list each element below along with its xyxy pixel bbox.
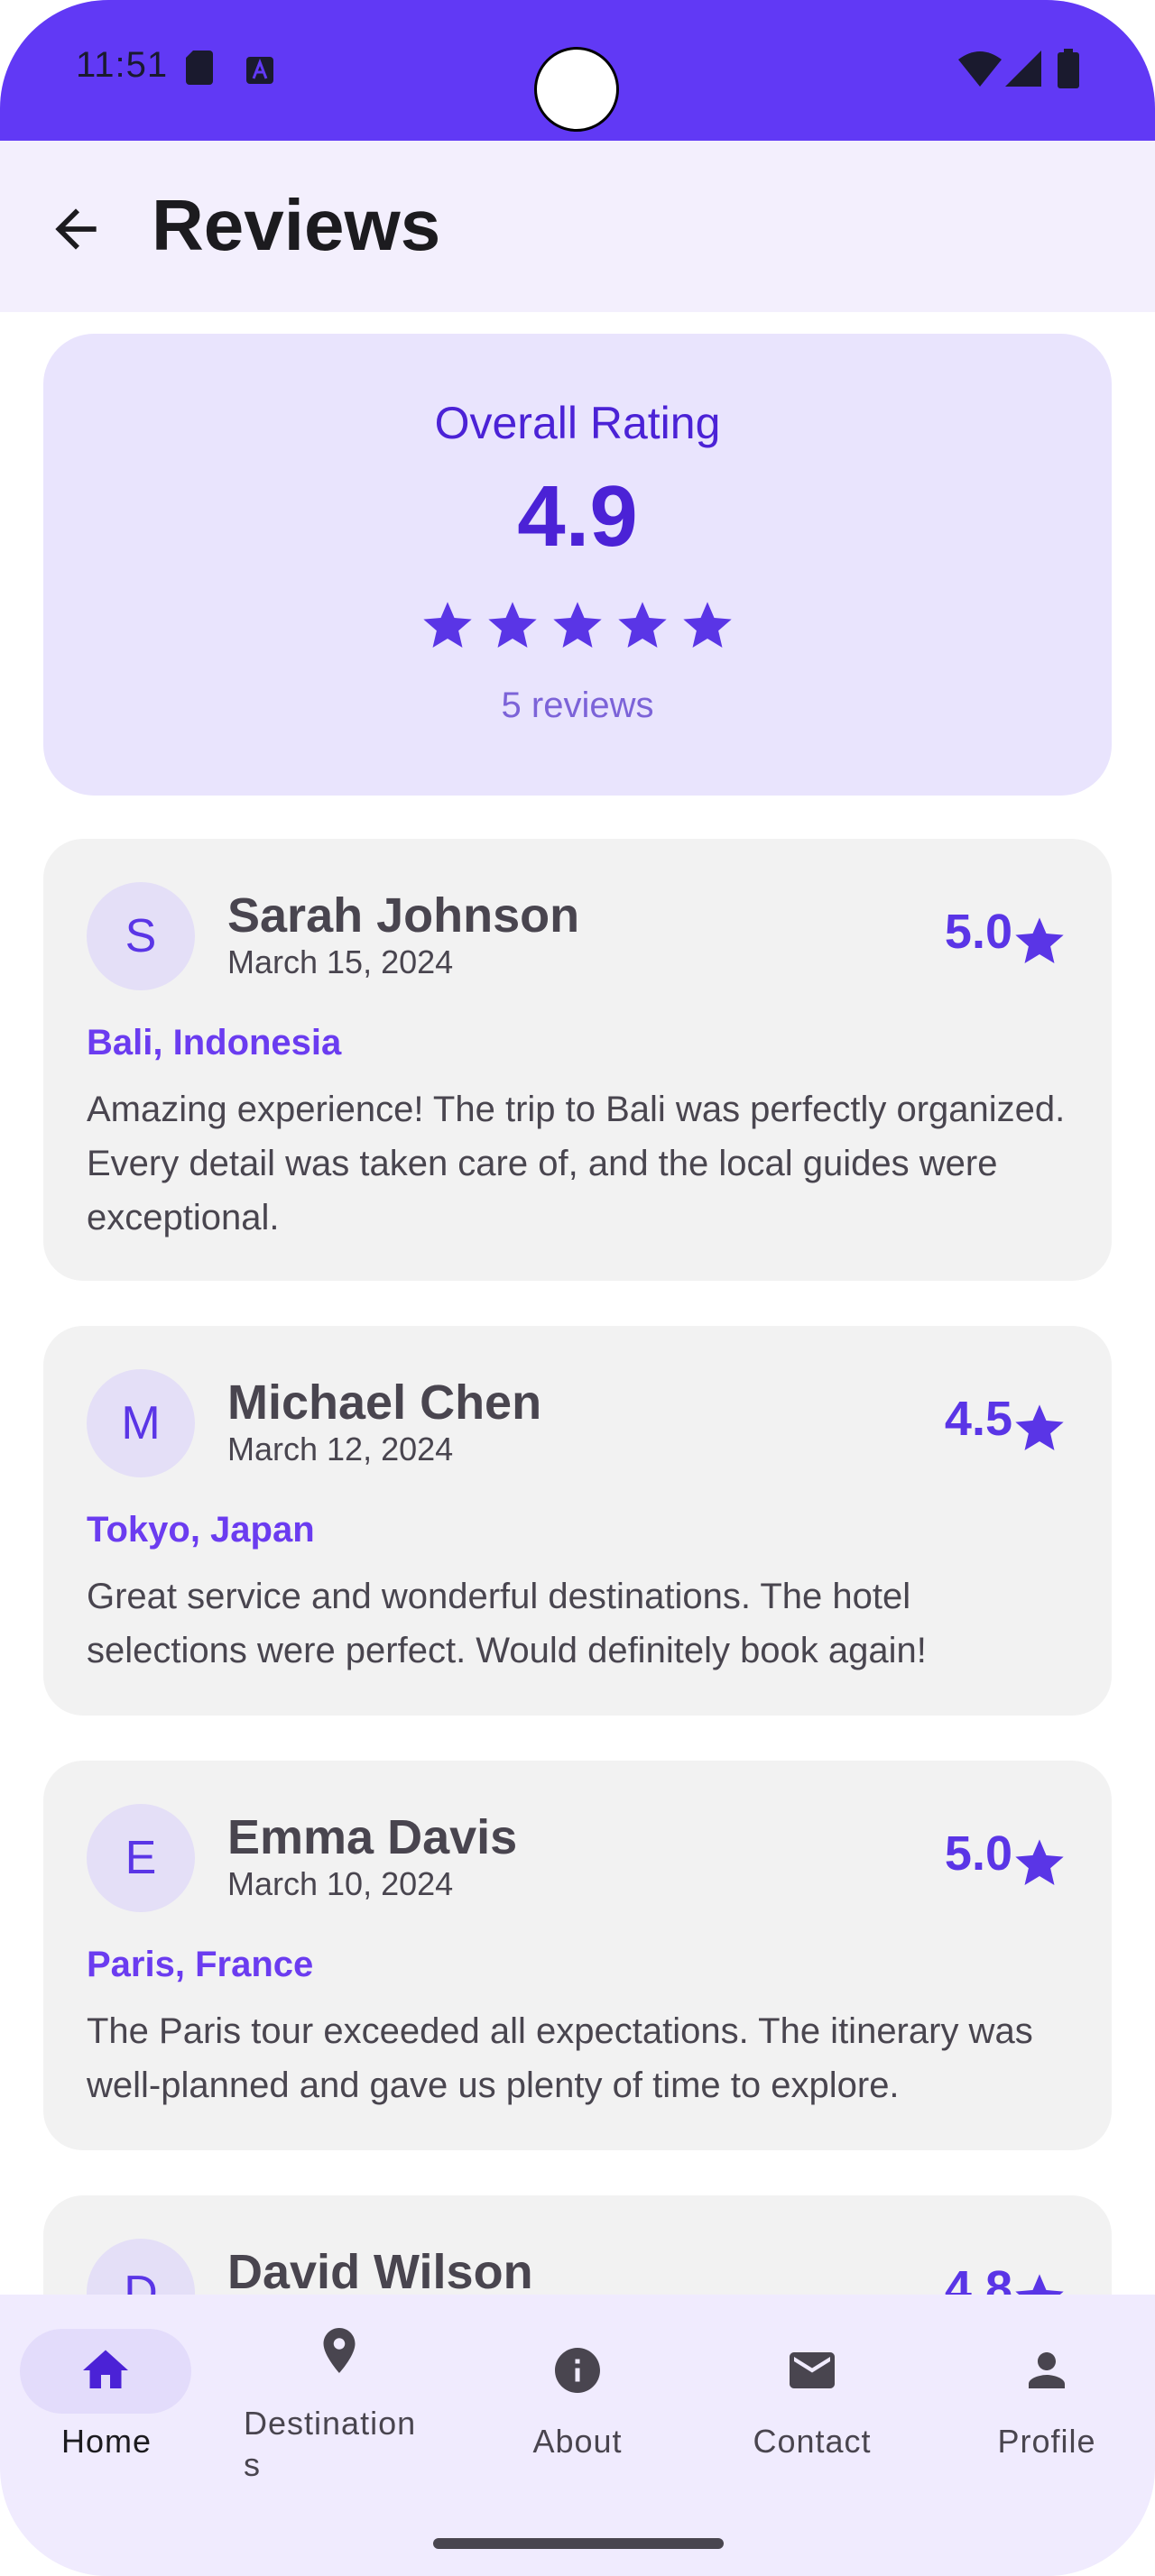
avatar: M bbox=[87, 1369, 195, 1477]
gesture-handle[interactable] bbox=[433, 2538, 724, 2549]
back-arrow-icon[interactable] bbox=[45, 198, 106, 260]
reviewer-name: David Wilson bbox=[227, 2245, 533, 2299]
nav-item-home[interactable]: Home bbox=[0, 2295, 217, 2520]
review-location: Paris, France bbox=[87, 1945, 314, 1984]
review-location: Bali, Indonesia bbox=[87, 1023, 342, 1063]
review-text: Amazing experience! The trip to Bali was… bbox=[87, 1090, 1066, 1237]
review-card[interactable]: S Sarah Johnson March 15, 2024 5.0 Bali,… bbox=[43, 839, 1112, 1281]
avatar: S bbox=[87, 882, 195, 990]
nav-label: About bbox=[532, 2423, 623, 2460]
info-icon bbox=[555, 2348, 600, 2393]
review-card[interactable]: M Michael Chen March 12, 2024 4.5 Tokyo,… bbox=[43, 1326, 1112, 1716]
overall-stars bbox=[43, 597, 1112, 659]
location-pin-icon bbox=[323, 2328, 356, 2373]
status-bar: 11:51 bbox=[0, 0, 1155, 141]
status-time: 11:51 bbox=[76, 45, 169, 85]
review-date: March 12, 2024 bbox=[227, 1431, 454, 1467]
review-text: The Paris tour exceeded all expectations… bbox=[87, 2011, 1033, 2105]
star-icon bbox=[488, 602, 537, 648]
nav-label: Destination s bbox=[244, 2405, 417, 2483]
nav-label: Profile bbox=[997, 2423, 1096, 2460]
sd-card-icon bbox=[186, 51, 213, 85]
star-icon bbox=[618, 602, 667, 648]
review-rating: 5.0 bbox=[944, 905, 1012, 959]
review-rating: 4.5 bbox=[944, 1392, 1012, 1446]
overall-rating-label: Overall Rating bbox=[434, 398, 721, 448]
review-rating: 5.0 bbox=[944, 1826, 1012, 1881]
camera-cutout bbox=[534, 47, 619, 132]
star-icon bbox=[1015, 1404, 1064, 1450]
overall-rating-value: 4.9 bbox=[517, 468, 638, 565]
nav-item-about[interactable]: About bbox=[469, 2295, 686, 2520]
reviewer-name: Michael Chen bbox=[227, 1375, 542, 1430]
bottom-navigation: Home Destination s About Contact Profile bbox=[0, 2295, 1155, 2576]
mail-icon bbox=[790, 2352, 835, 2388]
nav-label: Home bbox=[60, 2423, 152, 2460]
accessibility-a-icon bbox=[246, 57, 273, 84]
review-count: 5 reviews bbox=[501, 685, 654, 725]
nav-item-profile[interactable]: Profile bbox=[938, 2295, 1155, 2520]
review-date: March 15, 2024 bbox=[227, 943, 454, 980]
review-location: Tokyo, Japan bbox=[87, 1510, 315, 1550]
nav-label: Contact bbox=[753, 2423, 872, 2460]
page-title: Reviews bbox=[152, 185, 441, 265]
wifi-icon bbox=[958, 51, 1002, 87]
screen: 11:51 Reviews Overall Rating 4.9 5 revie… bbox=[0, 0, 1155, 2576]
star-icon bbox=[1015, 917, 1064, 963]
review-card[interactable]: E Emma Davis March 10, 2024 5.0 Paris, F… bbox=[43, 1761, 1112, 2150]
overall-rating-card: Overall Rating 4.9 5 reviews bbox=[43, 334, 1112, 796]
review-date: March 10, 2024 bbox=[227, 1865, 454, 1902]
person-icon bbox=[1029, 2352, 1065, 2388]
reviewer-name: Sarah Johnson bbox=[227, 888, 580, 943]
star-icon bbox=[683, 602, 732, 648]
star-icon bbox=[423, 602, 472, 648]
nav-item-contact[interactable]: Contact bbox=[704, 2295, 920, 2520]
battery-icon bbox=[1058, 49, 1079, 88]
avatar: E bbox=[87, 1804, 195, 1912]
signal-icon bbox=[1005, 51, 1041, 87]
reviewer-name: Emma Davis bbox=[227, 1810, 518, 1864]
home-icon bbox=[83, 2350, 128, 2388]
star-icon bbox=[1015, 1839, 1064, 1885]
star-icon bbox=[553, 602, 602, 648]
nav-item-destinations[interactable]: Destination s bbox=[231, 2295, 448, 2520]
review-text: Great service and wonderful destinations… bbox=[87, 1577, 927, 1670]
